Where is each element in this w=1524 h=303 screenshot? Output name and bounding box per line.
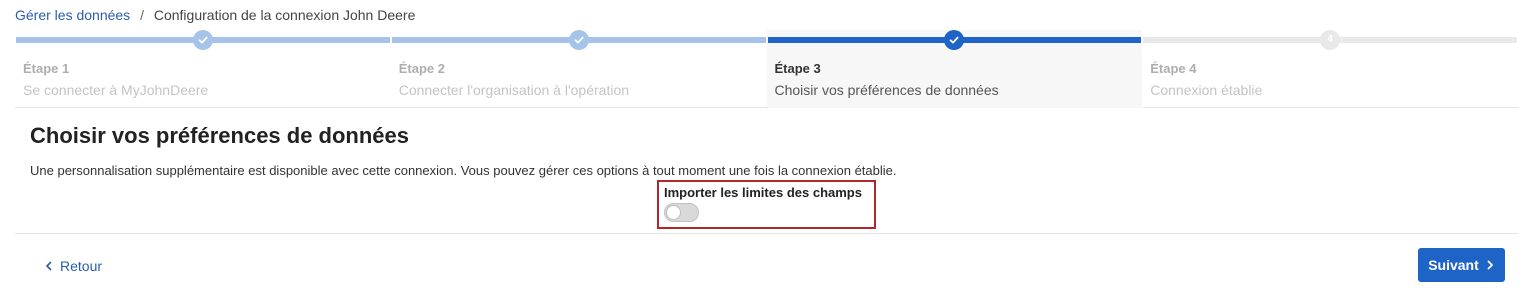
stepper: Étape 1 Se connecter à MyJohnDeere Étape… [15, 30, 1518, 108]
back-button[interactable]: Retour [44, 256, 102, 276]
step-3: Étape 3 Choisir vos préférences de donné… [766, 30, 1143, 108]
step-3-subtitle: Choisir vos préférences de données [774, 82, 999, 98]
footer-divider [15, 233, 1518, 234]
breadcrumb-separator: / [140, 7, 144, 23]
step-1-check-icon [192, 30, 213, 50]
step-2-check-icon [568, 30, 589, 50]
page: Gérer les données / Configuration de la … [0, 0, 1524, 303]
step-4-subtitle: Connexion établie [1150, 82, 1263, 98]
step-2-title: Étape 2 [398, 61, 445, 76]
step-3-check-icon [944, 30, 965, 50]
step-4-number-badge: 4 [1320, 30, 1341, 50]
step-4: 4 Étape 4 Connexion établie [1142, 30, 1518, 108]
chevron-left-icon [46, 261, 52, 271]
page-description: Une personnalisation supplémentaire est … [30, 163, 897, 178]
breadcrumb-current: Configuration de la connexion John Deere [153, 7, 416, 23]
import-field-boundaries-toggle[interactable] [664, 203, 699, 222]
stepper-bottom-border-right [1143, 107, 1518, 108]
step-1: Étape 1 Se connecter à MyJohnDeere [15, 30, 391, 108]
stepper-bottom-border-left [15, 107, 768, 108]
step-2-subtitle: Connecter l'organisation à l'opération [398, 82, 630, 98]
import-field-boundaries-label: Importer les limites des champs [664, 185, 862, 200]
step-3-title: Étape 3 [774, 61, 821, 76]
step-2: Étape 2 Connecter l'organisation à l'opé… [391, 30, 767, 108]
next-button[interactable]: Suivant [1418, 248, 1505, 282]
import-field-boundaries-option: Importer les limites des champs [657, 180, 876, 229]
next-button-label: Suivant [1428, 257, 1479, 273]
step-1-title: Étape 1 [23, 61, 70, 76]
back-button-label: Retour [60, 258, 103, 274]
breadcrumb: Gérer les données / Configuration de la … [15, 7, 415, 23]
step-4-title: Étape 4 [1150, 61, 1197, 76]
step-1-subtitle: Se connecter à MyJohnDeere [23, 82, 209, 98]
page-title: Choisir vos préférences de données [30, 123, 410, 148]
chevron-right-icon [1487, 260, 1493, 270]
toggle-knob [666, 205, 681, 220]
breadcrumb-link-manage-data[interactable]: Gérer les données [15, 7, 130, 23]
